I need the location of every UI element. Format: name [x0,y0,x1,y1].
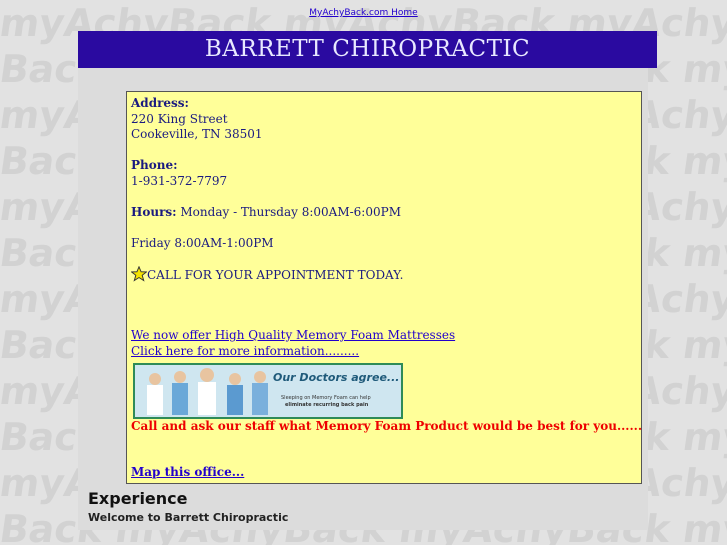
page-title-banner: BARRETT CHIROPRACTIC [78,31,657,68]
home-link[interactable]: MyAchyBack.com Home [0,8,727,18]
ad-subtitle-2: eliminate recurring back pain [285,402,369,408]
office-info-box: Address: 220 King Street Cookeville, TN … [126,91,642,484]
hours-label: Hours: [131,205,177,219]
star-icon [131,266,147,282]
page-title: BARRETT CHIROPRACTIC [204,36,531,62]
phone-number: 1-931-372-7797 [131,174,228,188]
hours-friday: Friday 8:00AM-1:00PM [131,236,274,250]
phone-label: Phone: [131,158,178,172]
mattress-link[interactable]: We now offer High Quality Memory Foam Ma… [131,328,455,343]
more-info-link[interactable]: Click here for more information......... [131,344,359,359]
map-link[interactable]: Map this office... [131,465,244,480]
address-line-2: Cookeville, TN 38501 [131,127,263,141]
doctors-photo [135,365,275,417]
ad-subtitle-1: Sleeping on Memory Foam can help [281,395,371,401]
ad-title: Our Doctors agree... [273,371,400,384]
hours-weekday: Monday - Thursday 8:00AM-6:00PM [176,205,401,219]
appointment-text: CALL FOR YOUR APPOINTMENT TODAY. [147,268,404,282]
appointment-line: CALL FOR YOUR APPOINTMENT TODAY. [131,266,403,283]
call-staff-text: Call and ask our staff what Memory Foam … [131,419,643,433]
hours-line: Hours: Monday - Thursday 8:00AM-6:00PM [131,205,401,220]
address-line-1: 220 King Street [131,112,228,126]
address-label: Address: [131,96,189,110]
experience-subtitle: Welcome to Barrett Chiropractic [88,511,289,524]
memory-foam-ad-banner[interactable]: Our Doctors agree... Sleeping on Memory … [133,363,403,419]
experience-heading: Experience [88,489,188,508]
